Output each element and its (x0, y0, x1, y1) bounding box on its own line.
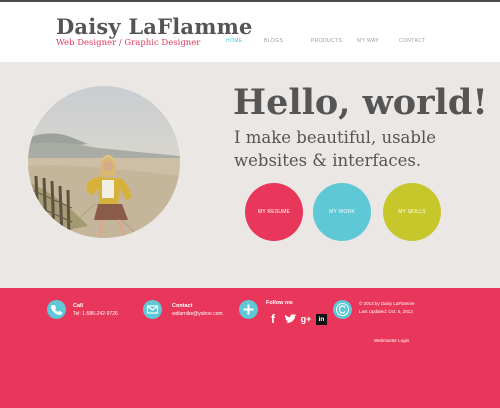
nav-home[interactable]: HOME (226, 38, 243, 44)
webmaster-login-link[interactable]: Webmaster Login (374, 338, 409, 343)
hero-greeting: Hello, world! (233, 82, 488, 123)
nav-contact[interactable]: CONTACT (399, 38, 426, 44)
plus-icon (239, 300, 258, 319)
site-footer: Call Tel: 1-586-242-9726 Contact wdlarni… (0, 288, 500, 408)
linkedin-icon[interactable]: in (316, 314, 327, 325)
resume-button[interactable]: MY RESUME (245, 183, 303, 241)
hero-intro-line-1: I make beautiful, usable (234, 128, 436, 147)
last-updated-text: Last Updated: Oct. 5, 2013 (359, 309, 413, 314)
hero-intro: I make beautiful, usable websites & inte… (234, 126, 436, 172)
site-header: Daisy LaFlamme Web Designer / Graphic De… (0, 2, 500, 62)
twitter-icon[interactable] (283, 313, 297, 325)
work-button[interactable]: MY WORK (313, 183, 371, 241)
google-plus-icon[interactable]: g+ (299, 313, 313, 325)
site-tagline: Web Designer / Graphic Designer (56, 38, 201, 48)
copyright-icon (333, 300, 352, 319)
nav-my-way[interactable]: MY WAY (357, 38, 379, 44)
call-number[interactable]: Tel: 1-586-242-9726 (73, 311, 118, 317)
facebook-icon[interactable]: f (268, 312, 278, 326)
copyright-text: © 2013 by Daisy LaFlamme (359, 301, 415, 306)
profile-photo (28, 86, 180, 238)
follow-title: Follow me (266, 300, 293, 306)
nav-products[interactable]: PRODUCTS (311, 38, 342, 44)
skills-button[interactable]: MY SKILLS (383, 183, 441, 241)
hero-section: Hello, world! I make beautiful, usable w… (0, 62, 500, 288)
hero-intro-line-2: websites & interfaces. (234, 151, 422, 170)
contact-email[interactable]: wdlarnike@yahoo.com (172, 311, 223, 317)
site-logo[interactable]: Daisy LaFlamme (56, 14, 253, 39)
envelope-icon (143, 300, 162, 319)
contact-title: Contact (172, 303, 193, 309)
phone-icon (47, 300, 66, 319)
call-title: Call (73, 303, 84, 309)
nav-blogs[interactable]: BLOGS (264, 38, 283, 44)
